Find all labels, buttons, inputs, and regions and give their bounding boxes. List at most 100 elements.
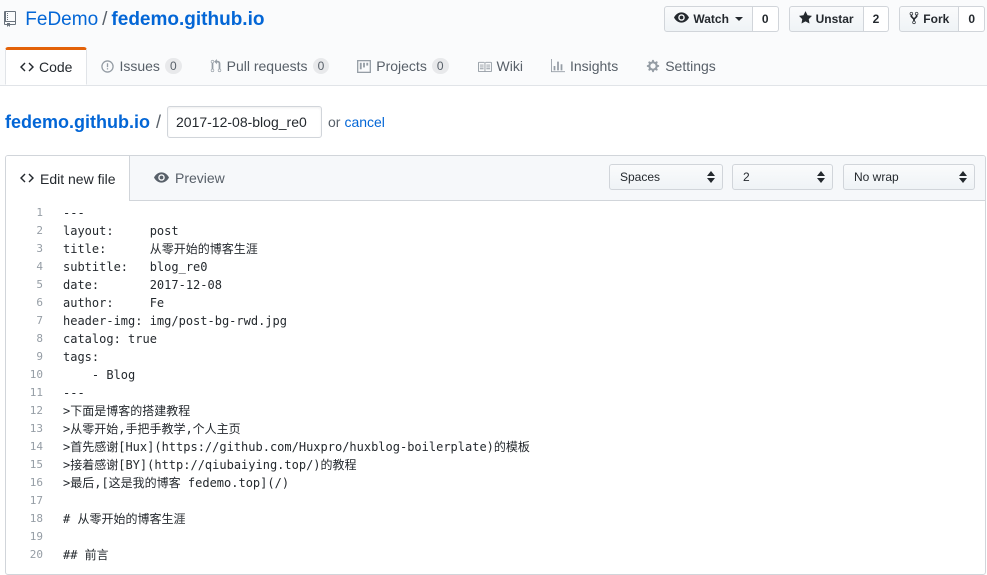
project-icon [357,59,372,73]
line-text [43,528,63,546]
line-text: subtitle: blog_re0 [63,260,208,274]
watch-group: Watch 0 [664,6,779,32]
eye-icon [154,170,169,186]
code-line[interactable]: 14 >首先感谢[Hux](https://github.com/Huxpro/h… [6,438,985,456]
star-group: Unstar 2 [788,6,890,32]
tab-wiki-label: Wiki [496,58,523,74]
code-line[interactable]: 15 >接着感谢[BY](http://qiubaiying.top/)的教程 [6,456,985,474]
line-text: >下面是博客的搭建教程 [63,404,191,418]
issue-icon [101,59,115,73]
line-text: >接着感谢[BY](http://qiubaiying.top/)的教程 [63,458,357,472]
code-line[interactable]: 10 - Blog [6,366,985,384]
code-line[interactable]: 12 >下面是博客的搭建教程 [6,402,985,420]
preview-tab[interactable]: Preview [140,156,239,200]
repo-title: FeDemo / fedemo.github.io [4,8,264,34]
tab-pull-requests[interactable]: Pull requests 0 [196,48,344,84]
line-text: - Blog [63,368,136,382]
line-number: 1 [36,206,43,219]
code-line[interactable]: 1 --- [6,204,985,222]
fork-count[interactable]: 0 [959,6,985,32]
code-line[interactable]: 9 tags: [6,348,985,366]
line-number: 16 [29,476,43,489]
code-line[interactable]: 8 catalog: true [6,330,985,348]
line-number: 17 [29,494,43,507]
repo-separator: / [102,9,108,30]
editor-header: Edit new file Preview Spaces 2 No wrap [6,156,985,201]
indent-size-select[interactable]: 2 [732,164,833,190]
tab-insights[interactable]: Insights [537,48,632,84]
indent-mode-select[interactable]: Spaces [609,164,723,190]
code-line[interactable]: 17 [6,492,985,510]
code-line[interactable]: 5 date: 2017-12-08 [6,276,985,294]
repo-name-link[interactable]: fedemo.github.io [111,9,264,30]
watch-label: Watch [693,12,729,26]
code-line[interactable]: 2 layout: post [6,222,985,240]
code-line[interactable]: 7 header-img: img/post-bg-rwd.jpg [6,312,985,330]
star-count[interactable]: 2 [863,6,890,32]
unstar-button[interactable]: Unstar [788,6,864,32]
filename-input[interactable] [167,106,322,138]
tab-issues[interactable]: Issues 0 [87,48,195,84]
indent-mode-value: Spaces [620,170,661,184]
code-line[interactable]: 19 [6,528,985,546]
tab-code[interactable]: Code [5,47,88,85]
code-line[interactable]: 18 # 从零开始的博客生涯 [6,510,985,528]
line-text: # 从零开始的博客生涯 [63,512,186,526]
file-editor: Edit new file Preview Spaces 2 No wrap 1… [5,155,986,575]
book-icon [477,60,492,72]
code-line[interactable]: 6 author: Fe [6,294,985,312]
indent-size-value: 2 [743,170,750,184]
code-editor[interactable]: 1 --- 2 layout: post 3 title: 从零开始的博客生涯 4 subti… [6,204,985,564]
line-number: 18 [29,512,43,525]
repo-actions: Watch 0 Unstar 2 Fork 0 [664,6,985,32]
code-line[interactable]: 3 title: 从零开始的博客生涯 [6,240,985,258]
select-arrows-icon [817,171,825,183]
gear-icon [646,59,660,73]
line-number: 3 [36,242,43,255]
repo-icon [4,10,16,34]
line-text [43,492,63,510]
preview-label: Preview [175,170,225,186]
line-number: 13 [29,422,43,435]
code-icon [20,61,34,73]
code-line[interactable]: 11 --- [6,384,985,402]
tab-issues-label: Issues [119,58,160,74]
line-text: >最后,[这是我的博客 fedemo.top](/) [63,476,290,490]
fork-icon [909,11,919,28]
edit-new-file-tab[interactable]: Edit new file [6,156,131,201]
breadcrumb-root-link[interactable]: fedemo.github.io [5,112,150,133]
cancel-link[interactable]: cancel [344,114,384,130]
fork-button[interactable]: Fork [899,6,960,32]
tab-settings-label: Settings [665,58,716,74]
repo-owner-link[interactable]: FeDemo [25,9,98,30]
chevron-down-icon [734,17,743,21]
graph-icon [550,59,565,73]
star-icon [798,11,812,27]
line-text: title: 从零开始的博客生涯 [63,242,258,256]
line-text: --- [63,206,85,220]
line-number: 15 [29,458,43,471]
breadcrumb-separator: / [155,111,161,132]
code-line[interactable]: 4 subtitle: blog_re0 [6,258,985,276]
tab-wiki[interactable]: Wiki [463,48,537,84]
wrap-mode-value: No wrap [854,170,899,184]
or-text: or [328,114,341,130]
line-number: 5 [36,278,43,291]
line-text: date: 2017-12-08 [63,278,222,292]
repo-header: FeDemo / fedemo.github.io Watch 0 Unstar 2… [0,0,987,86]
tab-settings[interactable]: Settings [632,48,730,84]
tab-projects[interactable]: Projects 0 [343,48,462,84]
line-number: 20 [29,548,43,561]
watch-count[interactable]: 0 [752,6,779,32]
line-text: header-img: img/post-bg-rwd.jpg [63,314,287,328]
watch-button[interactable]: Watch [664,6,753,32]
code-line[interactable]: 13 >从零开始,手把手教学,个人主页 [6,420,985,438]
code-line[interactable]: 20 ## 前言 [6,546,985,564]
code-line[interactable]: 16 >最后,[这是我的博客 fedemo.top](/) [6,474,985,492]
fork-label: Fork [923,12,950,26]
repo-nav: Code Issues 0 Pull requests 0 Projects 0… [5,47,730,85]
line-text: tags: [63,350,100,364]
wrap-mode-select[interactable]: No wrap [843,164,975,190]
pull-requests-counter: 0 [312,58,330,74]
tab-pull-requests-label: Pull requests [226,58,308,74]
